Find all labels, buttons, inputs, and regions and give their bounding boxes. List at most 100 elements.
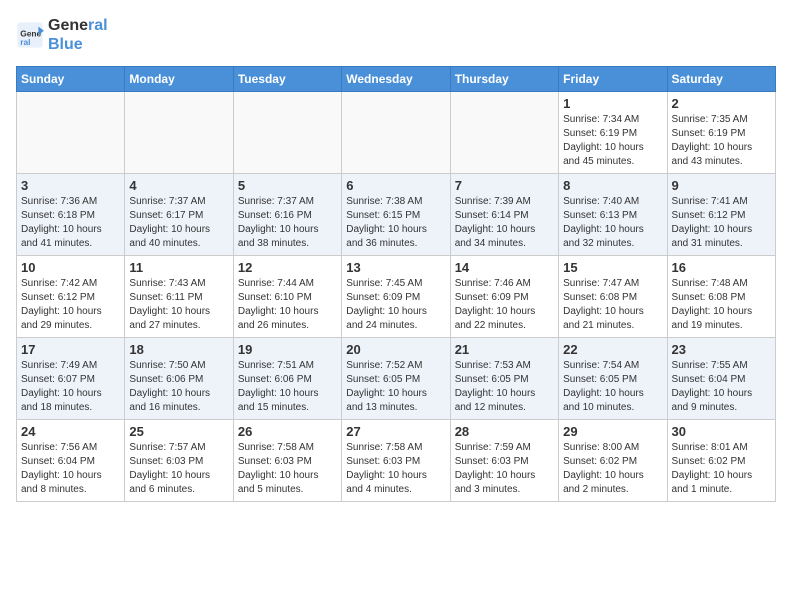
calendar-cell: 25 Sunrise: 7:57 AM Sunset: 6:03 PM Dayli… xyxy=(125,420,233,502)
calendar-cell: 6Sunrise: 7:38 AM Sunset: 6:15 PM Daylig… xyxy=(342,174,450,256)
day-info: Sunrise: 7:53 AM Sunset: 6:05 PM Dayligh… xyxy=(455,359,554,415)
logo: Gene ral GeneralBlue xyxy=(16,16,108,54)
calendar-cell xyxy=(125,92,233,174)
weekday-header-wednesday: Wednesday xyxy=(342,67,450,92)
weekday-header-tuesday: Tuesday xyxy=(233,67,341,92)
day-info: Sunrise: 7:46 AM Sunset: 6:09 PM Dayligh… xyxy=(455,277,554,333)
calendar-cell: 24 Sunrise: 7:56 AM Sunset: 6:04 PM Dayli… xyxy=(17,420,125,502)
calendar-cell: 18 Sunrise: 7:50 AM Sunset: 6:06 PM Dayli… xyxy=(125,338,233,420)
day-number: 13 xyxy=(346,260,445,275)
day-info: Sunrise: 7:58 AM Sunset: 6:03 PM Dayligh… xyxy=(238,441,337,497)
day-info: Sunrise: 7:47 AM Sunset: 6:08 PM Dayligh… xyxy=(563,277,662,333)
logo-text: GeneralBlue xyxy=(48,16,108,54)
calendar-table: SundayMondayTuesdayWednesdayThursdayFrid… xyxy=(16,66,776,502)
calendar-cell: 5 Sunrise: 7:37 AM Sunset: 6:16 PM Daylig… xyxy=(233,174,341,256)
calendar-cell: 11 Sunrise: 7:43 AM Sunset: 6:11 PM Dayli… xyxy=(125,256,233,338)
day-info: Sunrise: 7:49 AM Sunset: 6:07 PM Dayligh… xyxy=(21,359,120,415)
calendar-cell xyxy=(17,92,125,174)
day-number: 22 xyxy=(563,342,662,357)
day-number: 29 xyxy=(563,424,662,439)
day-number: 11 xyxy=(129,260,228,275)
day-number: 25 xyxy=(129,424,228,439)
day-info: Sunrise: 7:43 AM Sunset: 6:11 PM Dayligh… xyxy=(129,277,228,333)
calendar-cell: 13Sunrise: 7:45 AM Sunset: 6:09 PM Dayli… xyxy=(342,256,450,338)
calendar-cell xyxy=(450,92,558,174)
calendar-cell: 9 Sunrise: 7:41 AM Sunset: 6:12 PM Daylig… xyxy=(667,174,775,256)
day-info: Sunrise: 7:42 AM Sunset: 6:12 PM Dayligh… xyxy=(21,277,120,333)
calendar-cell: 4 Sunrise: 7:37 AM Sunset: 6:17 PM Daylig… xyxy=(125,174,233,256)
day-info: Sunrise: 7:39 AM Sunset: 6:14 PM Dayligh… xyxy=(455,195,554,251)
day-number: 24 xyxy=(21,424,120,439)
calendar-cell: 23 Sunrise: 7:55 AM Sunset: 6:04 PM Dayli… xyxy=(667,338,775,420)
calendar-week-row: 24 Sunrise: 7:56 AM Sunset: 6:04 PM Dayli… xyxy=(17,420,776,502)
day-info: Sunrise: 7:41 AM Sunset: 6:12 PM Dayligh… xyxy=(672,195,771,251)
logo-icon: Gene ral xyxy=(16,21,44,49)
calendar-cell: 1Sunrise: 7:34 AM Sunset: 6:19 PM Daylig… xyxy=(559,92,667,174)
weekday-header-saturday: Saturday xyxy=(667,67,775,92)
day-info: Sunrise: 7:50 AM Sunset: 6:06 PM Dayligh… xyxy=(129,359,228,415)
calendar-week-row: 1Sunrise: 7:34 AM Sunset: 6:19 PM Daylig… xyxy=(17,92,776,174)
day-number: 21 xyxy=(455,342,554,357)
day-info: Sunrise: 8:01 AM Sunset: 6:02 PM Dayligh… xyxy=(672,441,771,497)
calendar-cell: 17 Sunrise: 7:49 AM Sunset: 6:07 PM Dayli… xyxy=(17,338,125,420)
calendar-cell: 10 Sunrise: 7:42 AM Sunset: 6:12 PM Dayli… xyxy=(17,256,125,338)
page-header: Gene ral GeneralBlue xyxy=(16,16,776,54)
calendar-cell: 27 Sunrise: 7:58 AM Sunset: 6:03 PM Dayli… xyxy=(342,420,450,502)
day-info: Sunrise: 7:57 AM Sunset: 6:03 PM Dayligh… xyxy=(129,441,228,497)
day-number: 10 xyxy=(21,260,120,275)
calendar-week-row: 10 Sunrise: 7:42 AM Sunset: 6:12 PM Dayli… xyxy=(17,256,776,338)
calendar-week-row: 17 Sunrise: 7:49 AM Sunset: 6:07 PM Dayli… xyxy=(17,338,776,420)
calendar-cell: 2 Sunrise: 7:35 AM Sunset: 6:19 PM Daylig… xyxy=(667,92,775,174)
calendar-cell xyxy=(233,92,341,174)
day-number: 9 xyxy=(672,178,771,193)
weekday-header-sunday: Sunday xyxy=(17,67,125,92)
calendar-cell: 28 Sunrise: 7:59 AM Sunset: 6:03 PM Dayli… xyxy=(450,420,558,502)
calendar-cell xyxy=(342,92,450,174)
day-info: Sunrise: 7:52 AM Sunset: 6:05 PM Dayligh… xyxy=(346,359,445,415)
day-number: 2 xyxy=(672,96,771,111)
calendar-cell: 14Sunrise: 7:46 AM Sunset: 6:09 PM Dayli… xyxy=(450,256,558,338)
day-number: 3 xyxy=(21,178,120,193)
weekday-header-thursday: Thursday xyxy=(450,67,558,92)
day-info: Sunrise: 7:56 AM Sunset: 6:04 PM Dayligh… xyxy=(21,441,120,497)
day-info: Sunrise: 7:34 AM Sunset: 6:19 PM Dayligh… xyxy=(563,113,662,169)
weekday-header-row: SundayMondayTuesdayWednesdayThursdayFrid… xyxy=(17,67,776,92)
day-info: Sunrise: 7:36 AM Sunset: 6:18 PM Dayligh… xyxy=(21,195,120,251)
calendar-cell: 29Sunrise: 8:00 AM Sunset: 6:02 PM Dayli… xyxy=(559,420,667,502)
calendar-cell: 19 Sunrise: 7:51 AM Sunset: 6:06 PM Dayli… xyxy=(233,338,341,420)
calendar-cell: 12Sunrise: 7:44 AM Sunset: 6:10 PM Dayli… xyxy=(233,256,341,338)
day-info: Sunrise: 7:55 AM Sunset: 6:04 PM Dayligh… xyxy=(672,359,771,415)
weekday-header-monday: Monday xyxy=(125,67,233,92)
calendar-cell: 7Sunrise: 7:39 AM Sunset: 6:14 PM Daylig… xyxy=(450,174,558,256)
day-info: Sunrise: 7:59 AM Sunset: 6:03 PM Dayligh… xyxy=(455,441,554,497)
day-number: 18 xyxy=(129,342,228,357)
day-info: Sunrise: 7:51 AM Sunset: 6:06 PM Dayligh… xyxy=(238,359,337,415)
day-number: 17 xyxy=(21,342,120,357)
day-number: 28 xyxy=(455,424,554,439)
day-number: 26 xyxy=(238,424,337,439)
day-number: 23 xyxy=(672,342,771,357)
day-info: Sunrise: 7:37 AM Sunset: 6:16 PM Dayligh… xyxy=(238,195,337,251)
day-info: Sunrise: 7:40 AM Sunset: 6:13 PM Dayligh… xyxy=(563,195,662,251)
day-info: Sunrise: 7:58 AM Sunset: 6:03 PM Dayligh… xyxy=(346,441,445,497)
calendar-cell: 22 Sunrise: 7:54 AM Sunset: 6:05 PM Dayli… xyxy=(559,338,667,420)
day-number: 15 xyxy=(563,260,662,275)
calendar-cell: 8 Sunrise: 7:40 AM Sunset: 6:13 PM Daylig… xyxy=(559,174,667,256)
calendar-cell: 16Sunrise: 7:48 AM Sunset: 6:08 PM Dayli… xyxy=(667,256,775,338)
day-info: Sunrise: 7:35 AM Sunset: 6:19 PM Dayligh… xyxy=(672,113,771,169)
day-number: 27 xyxy=(346,424,445,439)
calendar-cell: 15 Sunrise: 7:47 AM Sunset: 6:08 PM Dayli… xyxy=(559,256,667,338)
day-number: 12 xyxy=(238,260,337,275)
day-number: 5 xyxy=(238,178,337,193)
day-info: Sunrise: 7:37 AM Sunset: 6:17 PM Dayligh… xyxy=(129,195,228,251)
calendar-cell: 30 Sunrise: 8:01 AM Sunset: 6:02 PM Dayli… xyxy=(667,420,775,502)
day-number: 30 xyxy=(672,424,771,439)
calendar-week-row: 3 Sunrise: 7:36 AM Sunset: 6:18 PM Daylig… xyxy=(17,174,776,256)
day-number: 6 xyxy=(346,178,445,193)
day-number: 19 xyxy=(238,342,337,357)
day-info: Sunrise: 7:54 AM Sunset: 6:05 PM Dayligh… xyxy=(563,359,662,415)
day-number: 8 xyxy=(563,178,662,193)
weekday-header-friday: Friday xyxy=(559,67,667,92)
day-number: 16 xyxy=(672,260,771,275)
day-number: 4 xyxy=(129,178,228,193)
